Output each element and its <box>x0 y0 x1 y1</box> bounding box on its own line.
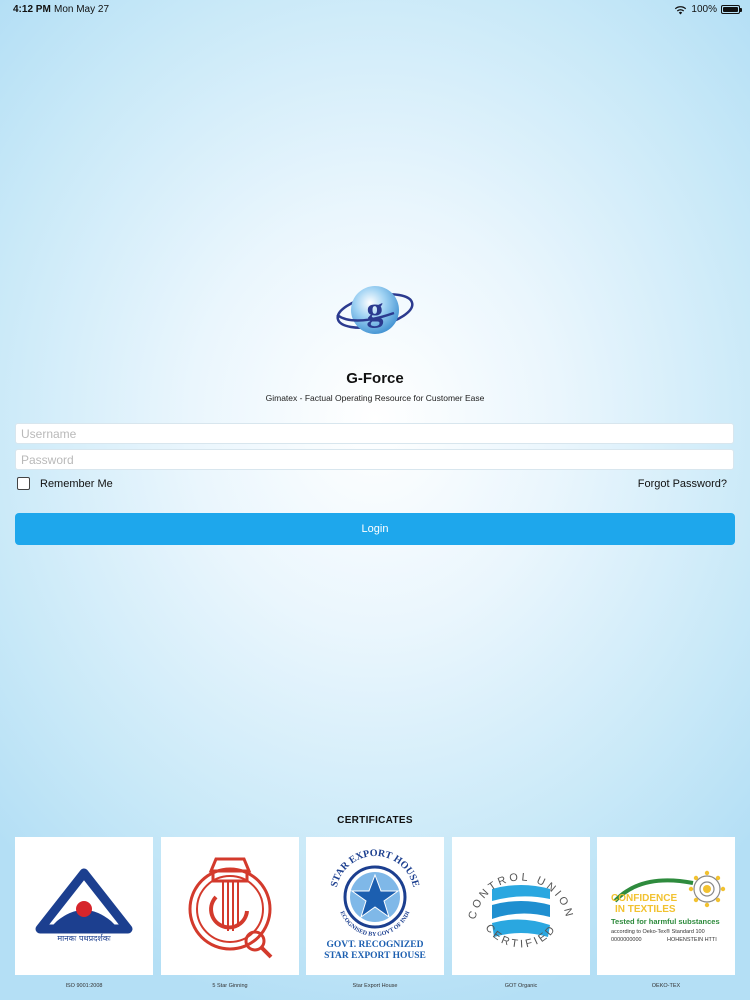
certificate-label: OEKO-TEX <box>651 983 681 989</box>
certificate-card[interactable] <box>161 837 299 975</box>
oeko-line-6: HOHENSTEIN HTTI <box>667 937 717 943</box>
bis-motto: मानकः पथप्रदर्शकः <box>57 933 111 943</box>
password-input[interactable] <box>16 450 733 469</box>
certificates-row: मानकः पथप्रदर्शकः STAR EXPORT HOUSE ECOG… <box>15 837 735 989</box>
remember-me-label: Remember Me <box>40 477 113 490</box>
password-field[interactable] <box>15 449 734 470</box>
certificate-label: 5 Star Ginning <box>212 983 248 989</box>
seal-caption-2: STAR EXPORT HOUSE <box>324 951 426 961</box>
battery-percent: 100% <box>691 4 717 15</box>
certificate-label: GOT Organic <box>504 983 538 989</box>
oeko-line-2: IN TEXTILES <box>615 904 676 915</box>
oeko-tex-logo-icon: CONFIDENCE IN TEXTILES Tested for harmfu… <box>611 870 726 943</box>
status-time: 4:12 PM <box>13 4 51 15</box>
status-right: 100% <box>674 4 742 15</box>
oeko-line-5: 0000000000 <box>611 937 642 943</box>
status-bar: 4:12 PM Mon May 27 100% <box>0 0 750 20</box>
app-title: G-Force <box>346 370 404 387</box>
bis-isi-mark-icon: मानकः पथप्रदर्शकः <box>35 868 133 943</box>
app-subtitle: Gimatex - Factual Operating Resource for… <box>265 393 485 403</box>
control-union-logo-icon: CONTROL UNION CERTIFIED <box>466 871 572 950</box>
forgot-password-link[interactable]: Forgot Password? <box>638 478 727 490</box>
status-date: Mon May 27 <box>54 4 110 15</box>
star-export-house-seal-icon: STAR EXPORT HOUSE RECOGNISED BY GOVT OF … <box>306 837 426 961</box>
oeko-line-1: CONFIDENCE <box>611 893 677 904</box>
certificate-label: ISO 9001:2008 <box>65 983 103 989</box>
certificate-card[interactable]: CONFIDENCE IN TEXTILES Tested for harmfu… <box>597 837 735 975</box>
star-ginning-mark-icon <box>188 857 273 959</box>
battery-icon <box>721 5 742 14</box>
seal-caption-1: GOVT. RECOGNIZED <box>327 940 424 950</box>
remember-me-toggle[interactable]: Remember Me <box>17 477 113 490</box>
username-field[interactable] <box>15 423 734 444</box>
username-input[interactable] <box>16 424 733 443</box>
battery-level <box>723 7 738 12</box>
wifi-icon <box>675 5 687 14</box>
certificate-card[interactable]: STAR EXPORT HOUSE RECOGNISED BY GOVT OF … <box>306 837 444 975</box>
certificate-label: Star Export House <box>352 983 398 989</box>
certificate-card[interactable]: CONTROL UNION CERTIFIED <box>452 837 590 975</box>
remember-me-checkbox[interactable] <box>17 477 30 490</box>
certificate-card[interactable]: मानकः पथप्रदर्शकः <box>15 837 153 975</box>
login-button[interactable]: Login <box>15 513 735 545</box>
oeko-line-4: according to Oeko-Tex® Standard 100 <box>611 928 705 935</box>
oeko-line-3: Tested for harmful substances <box>611 917 720 926</box>
certificates-heading: CERTIFICATES <box>337 815 413 826</box>
logo-letter: g <box>367 292 384 329</box>
gforce-logo-icon: g <box>336 286 414 334</box>
